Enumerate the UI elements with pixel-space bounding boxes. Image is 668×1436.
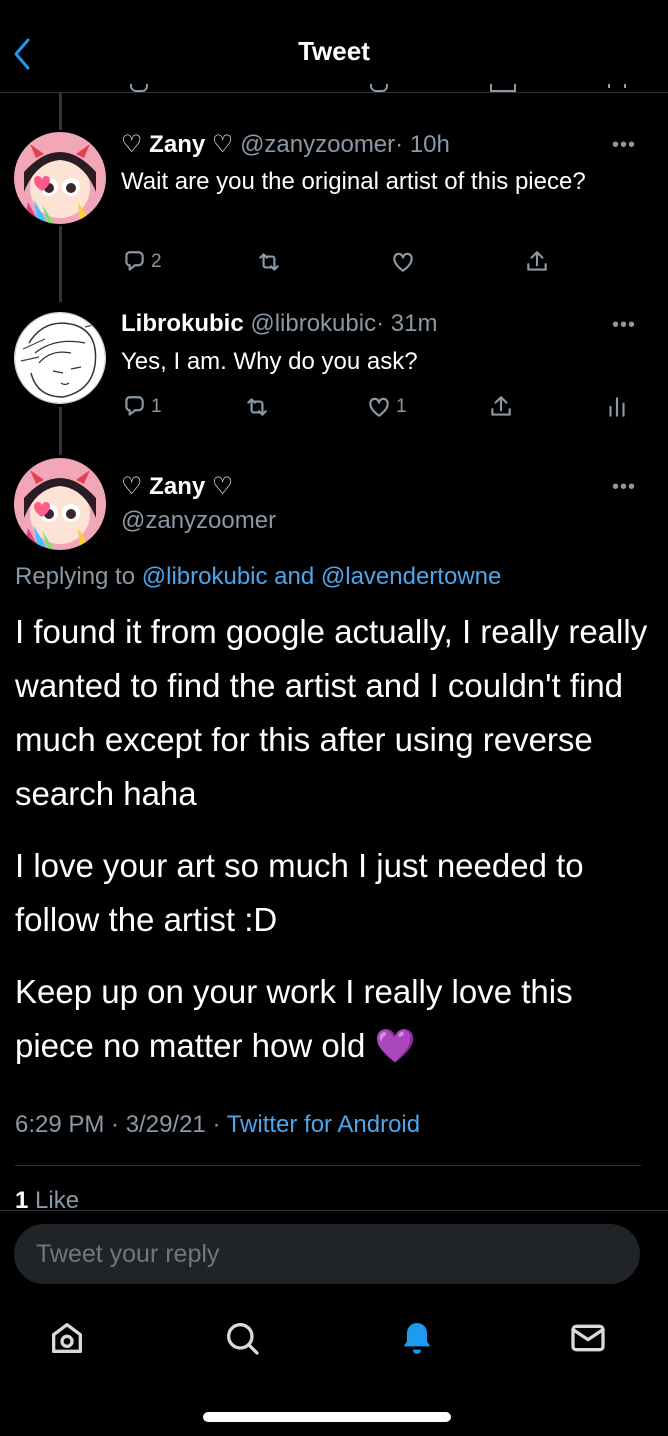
avatar[interactable] <box>14 132 106 224</box>
tweet-meta: 6:29 PM · 3/29/21 · Twitter for Android <box>15 1111 420 1139</box>
divider <box>15 1165 641 1166</box>
likes-count: 1 <box>15 1187 29 1210</box>
share-button[interactable] <box>488 394 514 420</box>
tab-home[interactable] <box>47 1318 87 1358</box>
likes-label: Like <box>35 1187 80 1210</box>
thread-line <box>59 92 62 130</box>
home-icon <box>52 1323 83 1353</box>
more-options-button[interactable]: ••• <box>612 314 636 337</box>
tweet-paragraph: I love your art so much I just needed to… <box>15 847 584 938</box>
tweet-header: ♡ Zany ♡ @zanyzoomer· 10h <box>121 130 450 159</box>
like-button[interactable]: 1 <box>366 394 407 420</box>
page-title: Tweet <box>298 36 370 66</box>
retweet-icon <box>247 398 267 416</box>
tweet-timestamp: 6:29 PM · 3/29/21 · <box>15 1111 221 1138</box>
messages-icon <box>571 1324 605 1352</box>
more-options-button[interactable]: ••• <box>612 134 636 157</box>
thread-line <box>59 407 62 455</box>
tweet-time: · 31m <box>376 310 438 337</box>
tweet-source-link[interactable]: Twitter for Android <box>227 1111 420 1138</box>
reply-count: 1 <box>151 396 162 417</box>
analytics-icon <box>609 397 625 417</box>
top-bar: Tweet <box>0 0 668 93</box>
likes-stat[interactable]: 1 Like <box>15 1187 79 1210</box>
retweet-button[interactable] <box>256 249 282 275</box>
retweet-icon <box>259 253 279 271</box>
main-tweet-text: I found it from google actually, I reall… <box>15 605 655 1091</box>
like-count: 1 <box>396 396 407 417</box>
replying-to-link[interactable]: @librokubic and @lavendertowne <box>142 563 502 590</box>
tab-messages[interactable] <box>568 1318 608 1358</box>
reply-icon <box>125 396 144 416</box>
handle[interactable]: @zanyzoomer <box>240 131 395 158</box>
like-button[interactable] <box>390 249 416 275</box>
tweet-header: Librokubic @librokubic· 31m <box>121 310 437 338</box>
reply-button[interactable]: 2 <box>121 249 162 275</box>
previous-tweet-actions <box>120 84 640 92</box>
tab-notifications[interactable] <box>397 1318 437 1358</box>
reply-input[interactable]: Tweet your reply <box>14 1224 640 1284</box>
home-indicator[interactable] <box>203 1412 451 1422</box>
reply-button[interactable]: 1 <box>121 394 162 420</box>
search-icon <box>227 1323 259 1355</box>
like-icon <box>393 252 413 272</box>
tweet-time: · 10h <box>395 131 450 158</box>
tab-search[interactable] <box>222 1318 262 1358</box>
share-icon <box>527 251 547 271</box>
replying-prefix: Replying to <box>15 563 136 590</box>
retweet-button[interactable] <box>244 394 270 420</box>
thread-line <box>59 226 62 302</box>
tweet-paragraph: I found it from google actually, I reall… <box>15 613 648 812</box>
replying-to: Replying to @librokubic and @lavendertow… <box>15 563 501 591</box>
reply-icon <box>125 251 144 271</box>
notifications-icon <box>403 1323 431 1354</box>
share-button[interactable] <box>524 249 550 275</box>
tweet-text: Yes, I am. Why do you ask? <box>121 348 418 375</box>
tweet-paragraph: Keep up on your work I really love this … <box>15 965 655 1073</box>
main-handle[interactable]: @zanyzoomer <box>121 507 276 535</box>
share-icon <box>491 396 511 416</box>
tweet-text: Wait are you the original artist of this… <box>121 168 586 195</box>
analytics-button[interactable] <box>604 394 630 420</box>
display-name: ♡ Zany ♡ <box>121 473 234 500</box>
main-display-name[interactable]: ♡ Zany ♡ <box>121 472 233 501</box>
avatar[interactable] <box>14 312 106 404</box>
display-name[interactable]: ♡ Zany ♡ <box>121 131 233 158</box>
more-options-button[interactable]: ••• <box>612 476 636 499</box>
like-icon <box>369 397 389 417</box>
purple-heart-emoji: 💜 <box>374 1027 416 1064</box>
tweet-paragraph-text: Keep up on your work I really love this … <box>15 973 573 1064</box>
handle[interactable]: @librokubic <box>250 310 376 337</box>
reply-count: 2 <box>151 251 162 272</box>
display-name[interactable]: Librokubic <box>121 310 244 337</box>
avatar[interactable] <box>14 458 106 550</box>
